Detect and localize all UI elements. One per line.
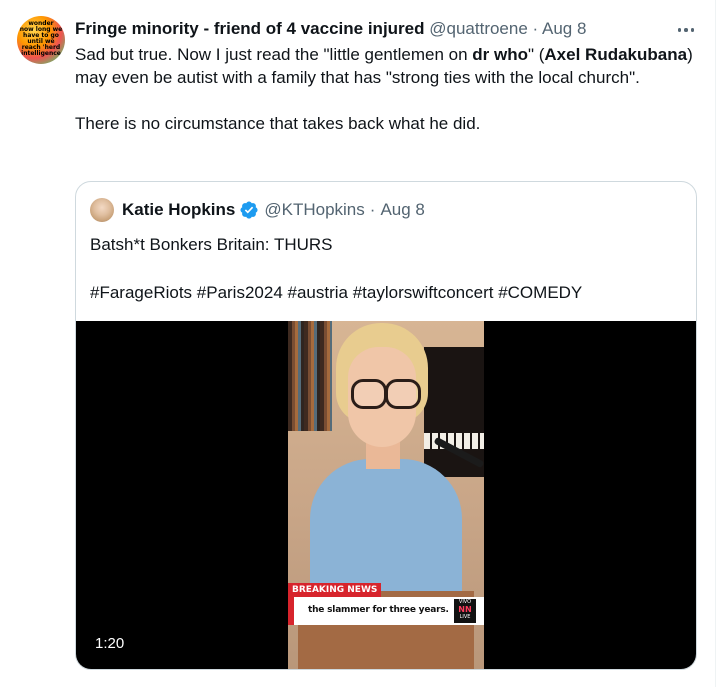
more-options-icon[interactable] <box>674 22 698 38</box>
quoted-tweet-text: Batsh*t Bonkers Britain: THURS #FarageRi… <box>90 233 680 304</box>
quoted-author-handle[interactable]: @KTHopkins <box>264 200 364 220</box>
quoted-hashtags[interactable]: #FarageRiots #Paris2024 #austria #taylor… <box>90 281 680 304</box>
tweet-header: Fringe minority - friend of 4 vaccine in… <box>75 18 705 40</box>
news-logo: VIVO NN LIVE <box>454 599 476 623</box>
quoted-tweet-date[interactable]: Aug 8 <box>380 200 424 220</box>
ticker-text: the slammer for three years. <box>308 605 449 615</box>
avatar-text-line-6: intelligence <box>21 50 61 57</box>
timeline-column: wonder now long we have to go until we r… <box>0 0 716 687</box>
quoted-author-name[interactable]: Katie Hopkins <box>122 200 235 220</box>
quoted-tweet[interactable]: Katie Hopkins @KTHopkins · Aug 8 Batsh*t… <box>75 181 697 670</box>
breaking-news-label: BREAKING NEWS <box>288 583 382 597</box>
author-name[interactable]: Fringe minority - friend of 4 vaccine in… <box>75 19 425 38</box>
bookshelf-image <box>288 321 332 431</box>
tweet-paragraph-1: Sad but true. Now I just read the "littl… <box>75 43 705 89</box>
verified-badge-icon <box>240 201 258 219</box>
text-part-bold: dr who <box>472 45 528 64</box>
tweet-text: Sad but true. Now I just read the "littl… <box>75 43 705 135</box>
video-thumbnail: BREAKING NEWS the slammer for three year… <box>288 321 484 669</box>
video-player[interactable]: BREAKING NEWS the slammer for three year… <box>76 321 696 669</box>
author-handle[interactable]: @quattroene <box>429 19 528 38</box>
author-avatar[interactable]: wonder now long we have to go until we r… <box>17 16 65 64</box>
logo-bottom: LIVE <box>459 614 471 620</box>
logo-mid: NN <box>458 605 472 614</box>
tweet-date[interactable]: Aug 8 <box>542 19 586 38</box>
quoted-header-separator: · <box>369 200 376 219</box>
header-separator: · <box>532 19 539 38</box>
tweet-paragraph-2: There is no circumstance that takes back… <box>75 114 481 133</box>
text-part-bold: Axel Rudakubana <box>544 45 688 64</box>
text-part: " ( <box>527 45 545 64</box>
quoted-tweet-header: Katie Hopkins @KTHopkins · Aug 8 <box>90 198 425 222</box>
quoted-author-avatar[interactable] <box>90 198 114 222</box>
news-ticker: the slammer for three years. VIVO NN LIV… <box>288 597 484 625</box>
quoted-line-1: Batsh*t Bonkers Britain: THURS <box>90 235 333 254</box>
video-duration: 1:20 <box>95 635 125 652</box>
tweet-body: Fringe minority - friend of 4 vaccine in… <box>75 18 705 135</box>
text-part: Sad but true. Now I just read the "littl… <box>75 45 473 64</box>
